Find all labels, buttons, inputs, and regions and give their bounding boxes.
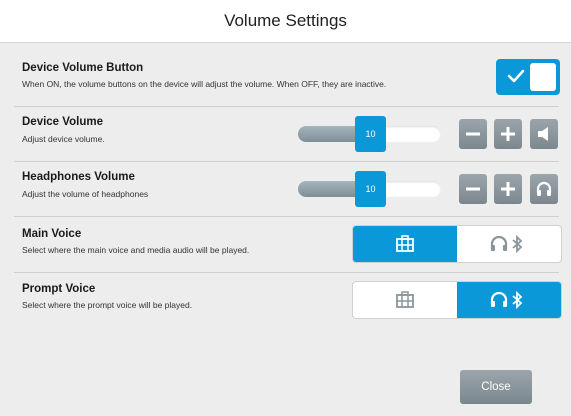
plus-icon (501, 127, 515, 141)
main-voice-option-device[interactable] (353, 226, 457, 262)
prompt-voice-option-device[interactable] (353, 282, 457, 318)
prompt-voice-selector[interactable] (353, 282, 561, 318)
headphones-volume-decrease-button[interactable] (459, 174, 487, 204)
device-volume-button-label: Device Volume Button (22, 62, 144, 74)
checkmark-icon (507, 69, 525, 83)
headphones-icon (536, 181, 552, 196)
device-volume-slider-thumb[interactable]: 10 (355, 116, 386, 152)
prompt-voice-option-headphones-bluetooth[interactable] (457, 282, 561, 318)
headphones-volume-label: Headphones Volume (22, 171, 135, 183)
headphones-volume-increase-button[interactable] (494, 174, 522, 204)
prompt-voice-label: Prompt Voice (22, 283, 96, 295)
device-icon (396, 291, 414, 308)
close-button[interactable]: Close (460, 370, 532, 404)
device-volume-test-button[interactable] (530, 119, 558, 149)
divider (14, 161, 559, 162)
device-volume-description: Adjust device volume. (22, 134, 105, 144)
device-volume-button-description: When ON, the volume buttons on the devic… (22, 79, 387, 89)
device-volume-decrease-button[interactable] (459, 119, 487, 149)
header-bar: Volume Settings (0, 0, 571, 43)
divider (14, 272, 559, 273)
toggle-knob (530, 63, 556, 91)
page-title: Volume Settings (224, 11, 347, 30)
device-icon (396, 235, 414, 252)
headphones-volume-slider[interactable]: 10 (298, 171, 441, 207)
minus-icon (466, 187, 480, 191)
main-voice-label: Main Voice (22, 228, 82, 240)
device-volume-button-toggle[interactable] (496, 59, 560, 95)
device-volume-slider[interactable]: 10 (298, 116, 441, 152)
divider (14, 216, 559, 217)
headphones-volume-description: Adjust the volume of headphones (22, 189, 149, 199)
headphones-volume-test-button[interactable] (530, 174, 558, 204)
headphones-bluetooth-icon (490, 290, 523, 310)
plus-icon (501, 182, 515, 196)
speaker-icon (538, 127, 548, 141)
divider (14, 106, 559, 107)
device-volume-label: Device Volume (22, 116, 103, 128)
headphones-bluetooth-icon (490, 234, 523, 254)
minus-icon (466, 132, 480, 136)
device-volume-increase-button[interactable] (494, 119, 522, 149)
main-voice-description: Select where the main voice and media au… (22, 245, 250, 255)
prompt-voice-description: Select where the prompt voice will be pl… (22, 300, 193, 310)
main-voice-option-headphones-bluetooth[interactable] (457, 226, 561, 262)
headphones-volume-slider-thumb[interactable]: 10 (355, 171, 386, 207)
main-voice-selector[interactable] (353, 226, 561, 262)
